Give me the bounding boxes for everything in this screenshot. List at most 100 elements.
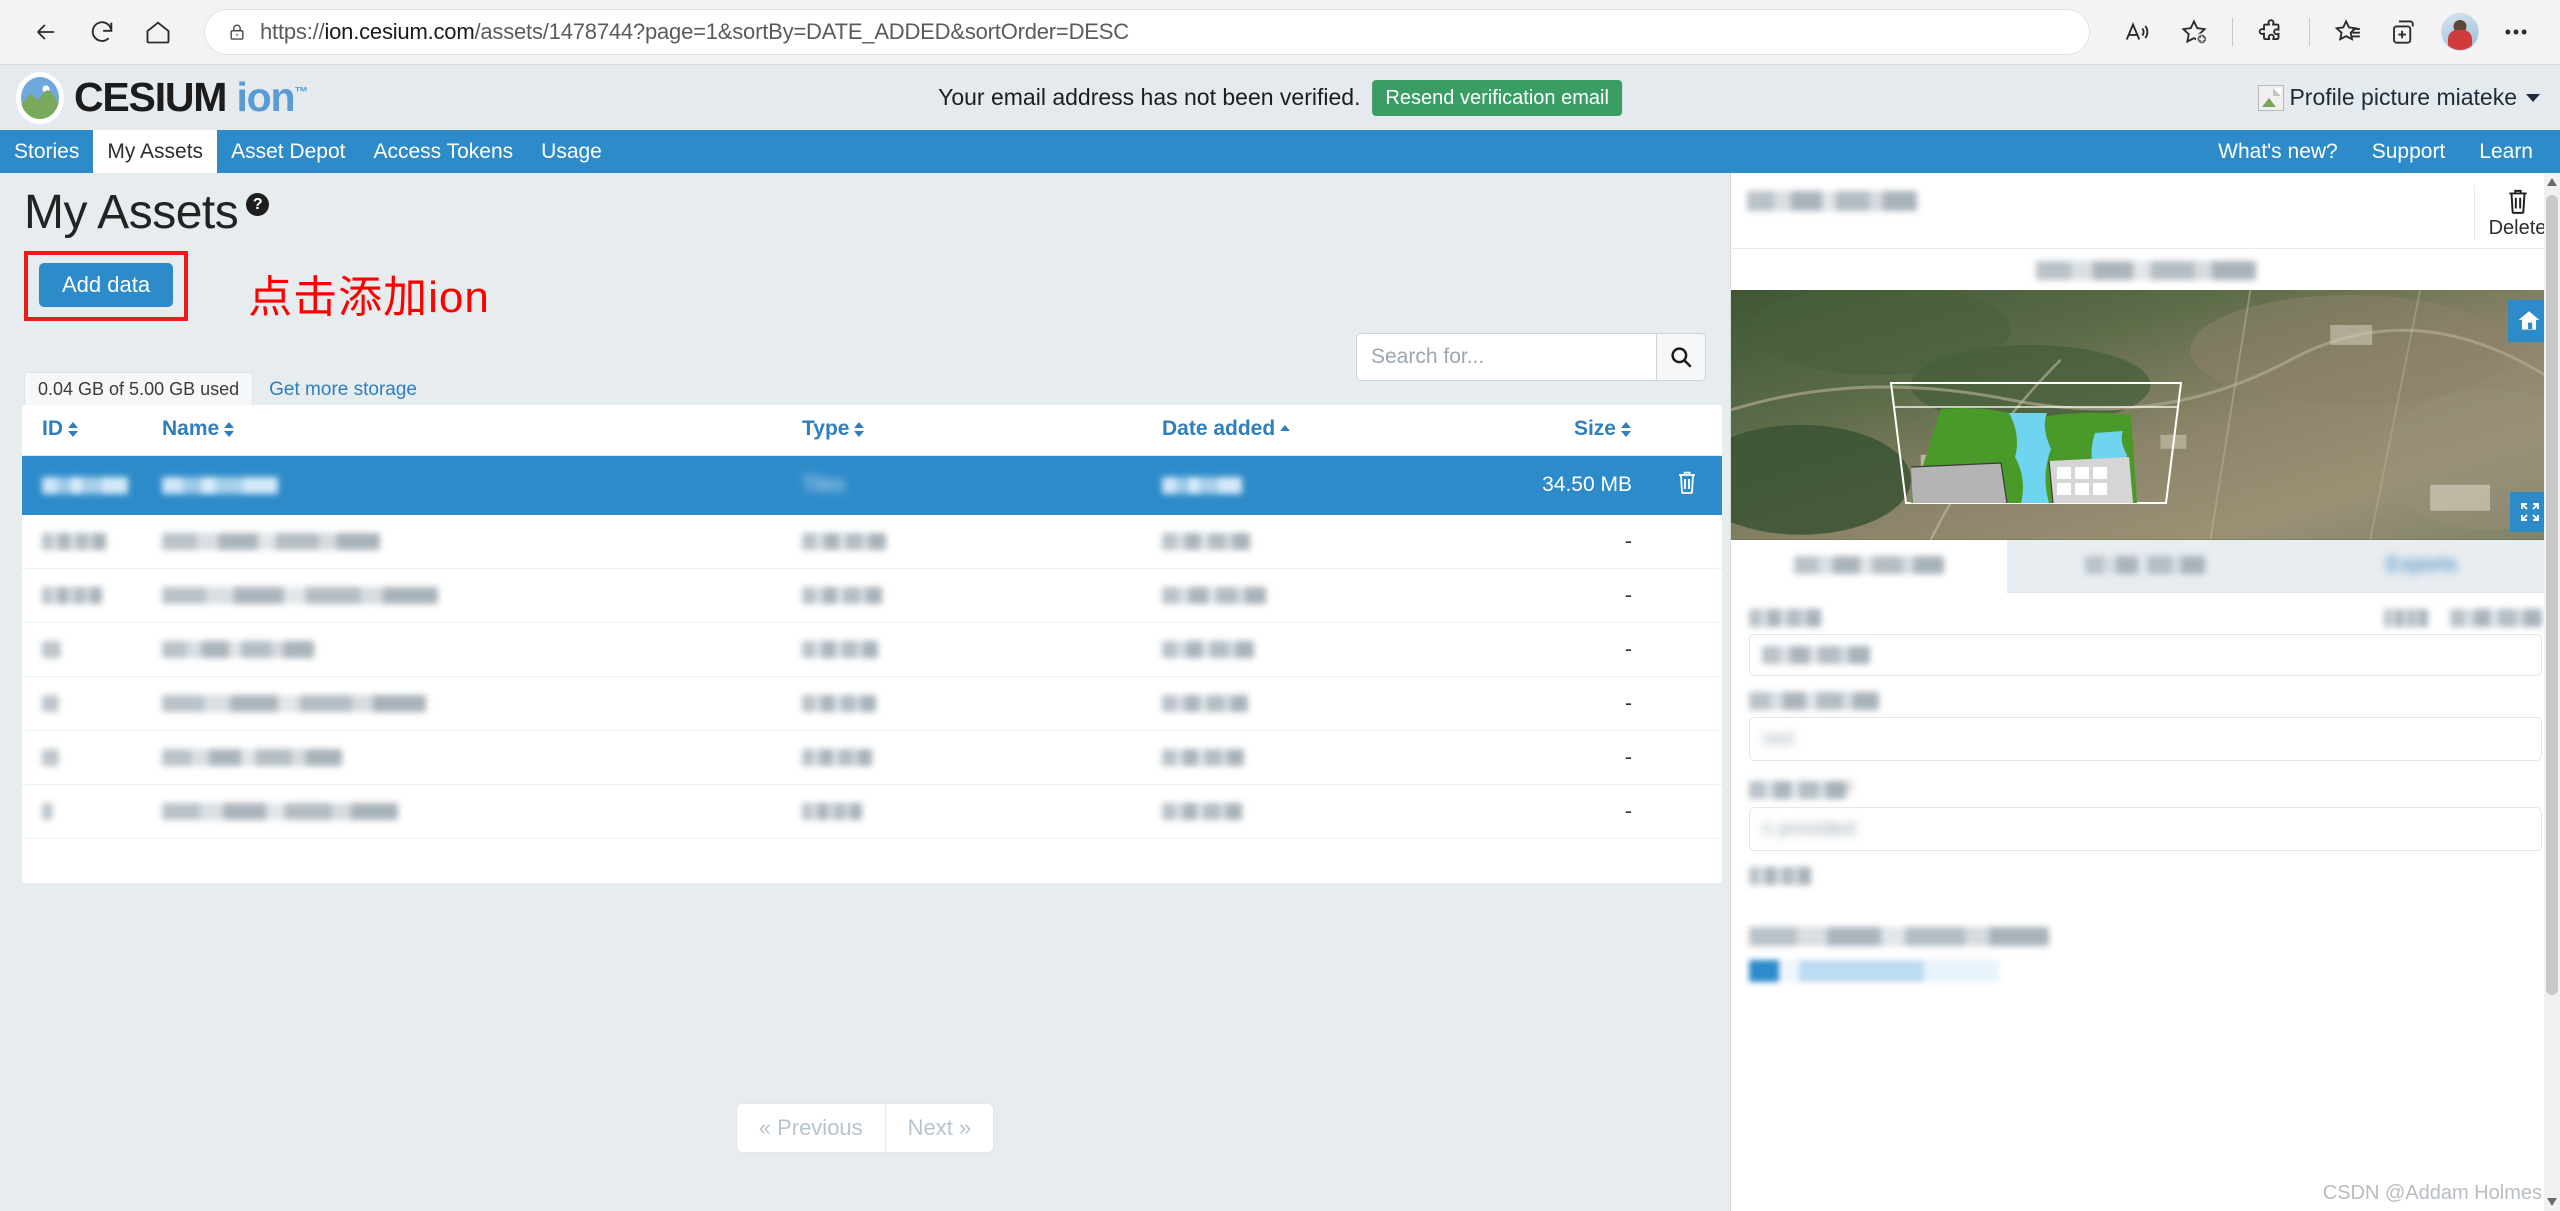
pagination: « Previous Next »	[0, 1103, 1730, 1153]
sort-icon-name	[224, 420, 235, 438]
extensions-puzzle-icon[interactable]	[2245, 6, 2297, 58]
detail-tab-2[interactable]	[2007, 540, 2283, 592]
browser-profile-avatar[interactable]	[2434, 6, 2486, 58]
cell-id	[22, 623, 162, 677]
back-button[interactable]	[18, 4, 74, 60]
cell-name	[162, 456, 802, 515]
nav-item-my-assets[interactable]: My Assets	[93, 130, 217, 173]
trash-icon	[2505, 187, 2531, 215]
email-verification-banner: Your email address has not been verified…	[938, 80, 1622, 116]
broken-image-icon	[2258, 85, 2284, 111]
field-label: r	[1749, 777, 1852, 800]
cell-type	[802, 623, 1162, 677]
cell-size: -	[1472, 569, 1652, 623]
nav-item-whats-new[interactable]: What's new?	[2201, 130, 2355, 173]
search-input[interactable]	[1356, 333, 1656, 381]
assets-toolbar: Add data 点击添加ion	[24, 251, 1706, 325]
get-more-storage-link[interactable]: Get more storage	[269, 379, 417, 401]
cell-type	[802, 731, 1162, 785]
column-header-id[interactable]: ID	[22, 405, 162, 456]
form-field: r n provided	[1749, 777, 2542, 851]
table-row[interactable]: -	[22, 677, 1722, 731]
url-text: https://ion.cesium.com/assets/1478744?pa…	[260, 19, 1129, 45]
nav-item-stories[interactable]: Stories	[0, 130, 93, 173]
table-row[interactable]: -	[22, 731, 1722, 785]
field-input[interactable]	[1749, 634, 2542, 676]
add-favorite-icon[interactable]	[2168, 6, 2220, 58]
form-field	[1749, 867, 2542, 885]
table-row[interactable]: Tiles 34.50 MB	[22, 456, 1722, 515]
asset-map-preview[interactable]	[1731, 290, 2560, 540]
scroll-down-arrow[interactable]	[2544, 1193, 2560, 1211]
table-row[interactable]: -	[22, 623, 1722, 677]
table-row[interactable]: -	[22, 515, 1722, 569]
add-data-button[interactable]: Add data	[39, 263, 173, 307]
sort-icon-type	[854, 420, 865, 438]
trash-icon	[1675, 469, 1699, 495]
favorites-star-icon[interactable]	[2322, 6, 2374, 58]
next-page-button[interactable]: Next »	[885, 1104, 994, 1152]
resend-verification-button[interactable]: Resend verification email	[1372, 80, 1621, 116]
table-row[interactable]: -	[22, 785, 1722, 839]
cell-delete	[1652, 731, 1722, 785]
cell-date	[1162, 731, 1472, 785]
scroll-up-arrow[interactable]	[2544, 173, 2560, 191]
column-header-type[interactable]: Type	[802, 405, 1162, 456]
cesium-ion-wordmark: CESIUM ion™	[74, 77, 307, 118]
table-row[interactable]: -	[22, 569, 1722, 623]
address-bar[interactable]: https://ion.cesium.com/assets/1478744?pa…	[204, 9, 2090, 55]
browser-actions	[2112, 6, 2542, 58]
detail-footer	[1749, 927, 2542, 987]
nav-item-learn[interactable]: Learn	[2462, 130, 2550, 173]
toolbar-divider-2	[2309, 18, 2310, 46]
lock-icon	[222, 22, 252, 42]
column-header-size[interactable]: Size	[1472, 405, 1652, 456]
cell-size: 34.50 MB	[1472, 456, 1652, 515]
scrollbar-thumb[interactable]	[2546, 195, 2558, 995]
collections-icon[interactable]	[2378, 6, 2430, 58]
search-button[interactable]	[1656, 333, 1706, 381]
column-header-actions	[1652, 405, 1722, 456]
detail-scrollbar[interactable]	[2544, 173, 2560, 1211]
column-header-name[interactable]: Name	[162, 405, 802, 456]
cesium-logo-mark	[16, 72, 64, 124]
sort-icon-id	[68, 420, 79, 438]
field-input[interactable]: rovi	[1749, 717, 2542, 761]
cell-id	[22, 515, 162, 569]
help-icon[interactable]: ?	[246, 193, 269, 216]
home-button[interactable]	[130, 4, 186, 60]
previous-page-button[interactable]: « Previous	[737, 1104, 885, 1152]
nav-item-access-tokens[interactable]: Access Tokens	[359, 130, 527, 173]
asset-search	[1356, 333, 1706, 381]
cell-name	[162, 731, 802, 785]
back-arrow-icon	[32, 18, 60, 46]
field-label	[1749, 692, 1879, 710]
detail-footer-chip[interactable]	[1749, 960, 1999, 982]
cell-name	[162, 515, 802, 569]
profile-menu[interactable]: Profile picture miateke	[2258, 84, 2540, 111]
nav-item-asset-depot[interactable]: Asset Depot	[217, 130, 359, 173]
cesium-ion-logo[interactable]: CESIUM ion™	[16, 72, 307, 124]
nav-secondary: What's new? Support Learn	[2201, 130, 2550, 173]
read-aloud-icon[interactable]	[2112, 6, 2164, 58]
nav-item-usage[interactable]: Usage	[527, 130, 616, 173]
reload-button[interactable]	[74, 4, 130, 60]
cell-name	[162, 677, 802, 731]
detail-tab-exports[interactable]: Exports	[2284, 540, 2560, 592]
home-icon	[144, 18, 172, 46]
detail-tab-1[interactable]	[1731, 540, 2007, 593]
cell-type	[802, 569, 1162, 623]
cell-delete[interactable]	[1652, 456, 1722, 515]
cell-delete	[1652, 785, 1722, 839]
search-magnifier-icon	[1668, 344, 1694, 370]
settings-ellipsis-icon[interactable]	[2490, 6, 2542, 58]
field-input[interactable]: n provided	[1749, 807, 2542, 851]
column-header-date-added[interactable]: Date added	[1162, 405, 1472, 456]
detail-subtitle	[1731, 249, 2560, 290]
form-field	[1749, 609, 2542, 676]
sort-icon-size	[1621, 420, 1632, 438]
page-body: My Assets ? Add data 点击添加ion 0.04 GB of …	[0, 173, 2560, 1211]
nav-item-support[interactable]: Support	[2355, 130, 2463, 173]
cell-size: -	[1472, 623, 1652, 677]
assets-table-body: Tiles 34.50 MB	[22, 456, 1722, 839]
